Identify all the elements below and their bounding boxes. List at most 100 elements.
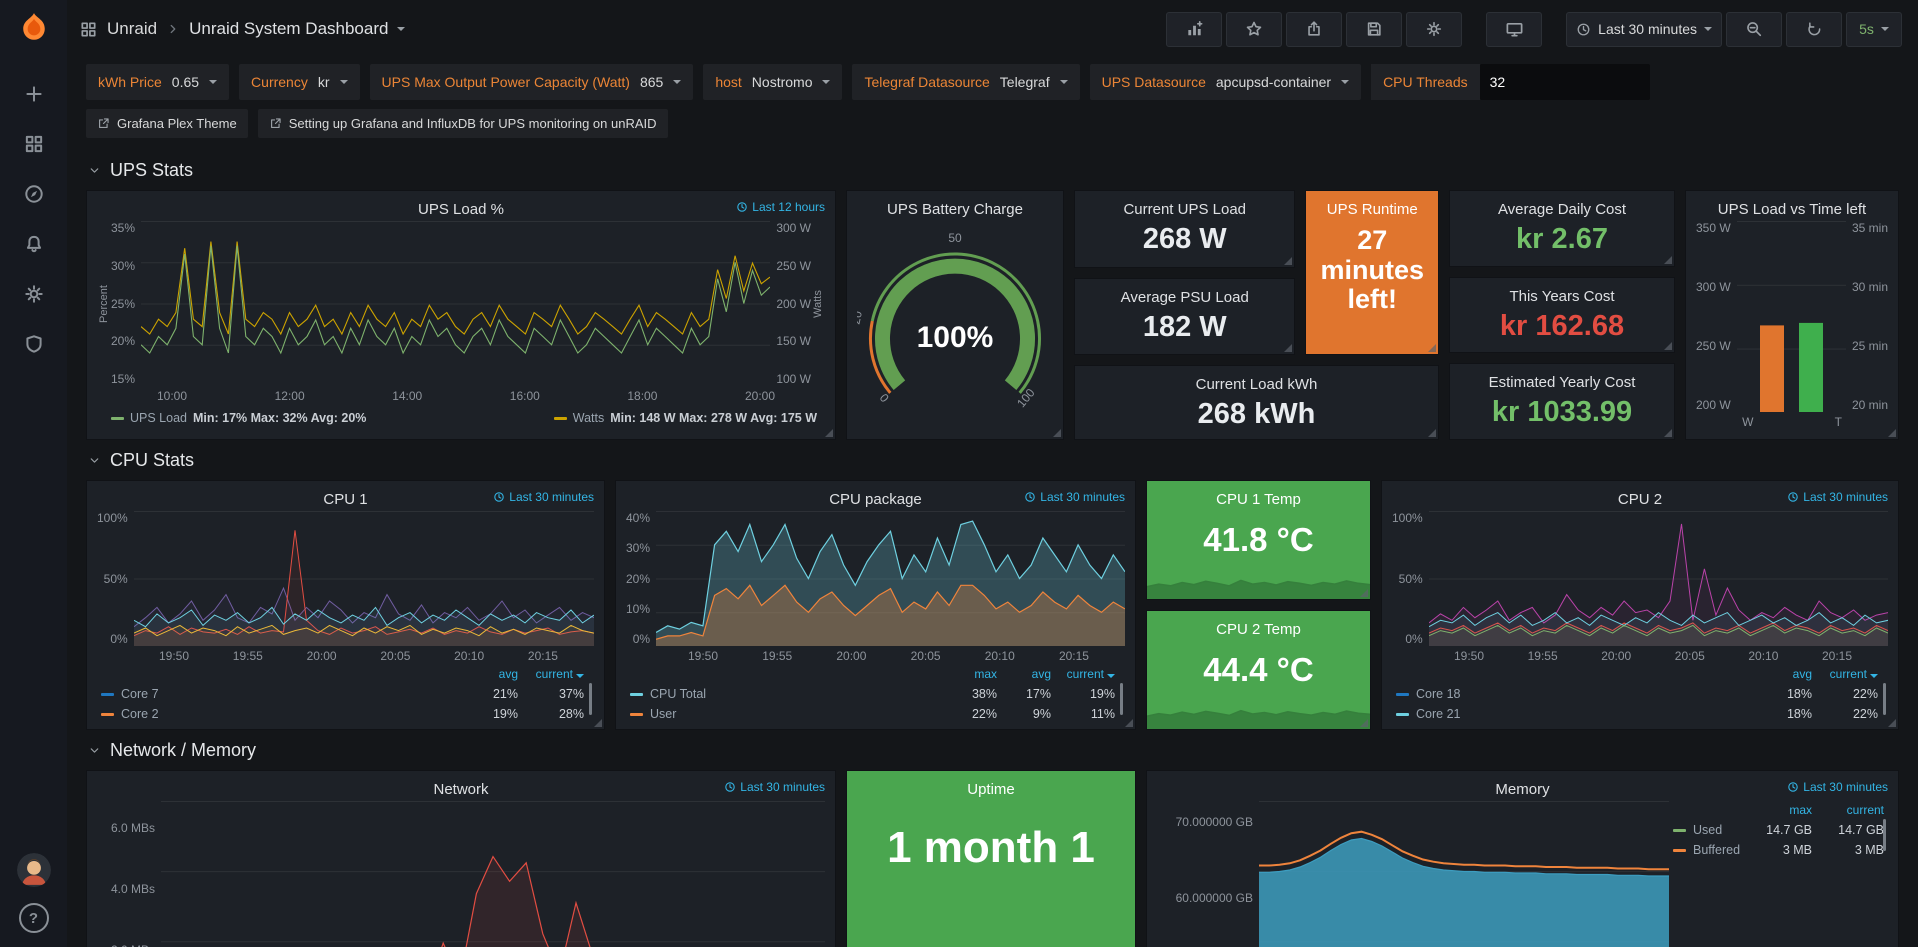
panel-title[interactable]: CPU 1 bbox=[323, 491, 367, 508]
panel-resize-handle[interactable] bbox=[825, 429, 833, 437]
panel-title[interactable]: UPS Load vs Time left bbox=[1718, 201, 1866, 218]
panel-title[interactable]: Average Daily Cost bbox=[1498, 201, 1626, 218]
cpu1-chart[interactable] bbox=[134, 511, 594, 646]
star-dashboard-button[interactable] bbox=[1226, 12, 1282, 47]
legend-item-ups-load[interactable]: UPS Load Min: 17% Max: 32% Avg: 20% bbox=[111, 411, 366, 425]
cpu-threads-input[interactable] bbox=[1480, 64, 1650, 100]
grafana-logo[interactable] bbox=[15, 10, 53, 48]
dashboard-title[interactable]: Unraid System Dashboard bbox=[189, 19, 388, 39]
panel-title[interactable]: UPS Battery Charge bbox=[887, 201, 1023, 218]
panel-resize-handle[interactable] bbox=[1360, 589, 1368, 597]
add-panel-button[interactable] bbox=[1166, 12, 1222, 47]
sidebar-dashboards-button[interactable] bbox=[14, 124, 54, 164]
zoom-out-button[interactable] bbox=[1726, 12, 1782, 47]
panel-title[interactable]: Average PSU Load bbox=[1121, 289, 1249, 306]
panel-resize-handle[interactable] bbox=[1664, 342, 1672, 350]
variable-value[interactable]: kr bbox=[318, 74, 330, 90]
cpu2-chart[interactable] bbox=[1429, 511, 1888, 646]
legend-scrollbar[interactable] bbox=[589, 683, 592, 715]
panel-title[interactable]: Estimated Yearly Cost bbox=[1489, 374, 1636, 391]
panel-title[interactable]: CPU 2 Temp bbox=[1216, 621, 1301, 638]
panel-title[interactable]: UPS Load % bbox=[418, 201, 504, 218]
variable-value[interactable]: 865 bbox=[640, 74, 663, 90]
cpu-package-chart[interactable] bbox=[656, 511, 1125, 646]
refresh-interval-picker[interactable]: 5s bbox=[1846, 12, 1902, 47]
sidebar-admin-button[interactable] bbox=[14, 324, 54, 364]
variable-value[interactable]: apcupsd-container bbox=[1216, 74, 1331, 90]
panel-title[interactable]: Uptime bbox=[967, 781, 1015, 798]
legend-scrollbar[interactable] bbox=[1120, 683, 1123, 715]
legend-item-user[interactable]: User bbox=[630, 707, 943, 721]
row-cpu-stats[interactable]: CPU Stats bbox=[86, 440, 1899, 480]
row-network-memory[interactable]: Network / Memory bbox=[86, 730, 1899, 770]
variable-host[interactable]: host Nostromo bbox=[703, 64, 842, 100]
variable-cpu-threads[interactable]: CPU Threads bbox=[1371, 64, 1650, 100]
panel-resize-handle[interactable] bbox=[1284, 344, 1292, 352]
legend-header-max[interactable]: max bbox=[1740, 803, 1812, 817]
variable-value[interactable]: 0.65 bbox=[172, 74, 199, 90]
legend-item-buffered[interactable]: Buffered bbox=[1673, 843, 1740, 857]
variable-kwh-price[interactable]: kWh Price 0.65 bbox=[86, 64, 229, 100]
legend-item-watts[interactable]: Watts Min: 148 W Max: 278 W Avg: 175 W bbox=[554, 411, 817, 425]
sidebar-create-button[interactable] bbox=[14, 74, 54, 114]
panel-title[interactable]: Current UPS Load bbox=[1123, 201, 1246, 218]
save-dashboard-button[interactable] bbox=[1346, 12, 1402, 47]
battery-gauge[interactable]: 100% 02050100 bbox=[857, 221, 1053, 434]
help-button[interactable]: ? bbox=[19, 903, 49, 933]
legend-header-current[interactable]: current bbox=[1051, 667, 1115, 681]
legend-header-current[interactable]: current bbox=[1812, 667, 1878, 681]
dashboard-settings-button[interactable] bbox=[1406, 12, 1462, 47]
legend-item-core-21[interactable]: Core 21 bbox=[1396, 707, 1750, 721]
panel-resize-handle[interactable] bbox=[1284, 257, 1292, 265]
panel-resize-handle[interactable] bbox=[1428, 344, 1436, 352]
variable-telegraf-datasource[interactable]: Telegraf Datasource Telegraf bbox=[852, 64, 1079, 100]
panel-title[interactable]: Network bbox=[433, 781, 488, 798]
panel-resize-handle[interactable] bbox=[1360, 719, 1368, 727]
legend-header-avg[interactable]: avg bbox=[997, 667, 1051, 681]
legend-item-core-18[interactable]: Core 18 bbox=[1396, 687, 1750, 701]
row-ups-stats[interactable]: UPS Stats bbox=[86, 150, 1899, 190]
variable-value[interactable]: Nostromo bbox=[752, 74, 813, 90]
legend-header-avg[interactable]: avg bbox=[1750, 667, 1812, 681]
panel-title[interactable]: UPS Runtime bbox=[1327, 201, 1418, 218]
panel-resize-handle[interactable] bbox=[1125, 719, 1133, 727]
panel-resize-handle[interactable] bbox=[594, 719, 602, 727]
cycle-view-mode-button[interactable] bbox=[1486, 12, 1542, 47]
legend-header-current[interactable]: current bbox=[1812, 803, 1884, 817]
legend-header-max[interactable]: max bbox=[943, 667, 997, 681]
sidebar-configuration-button[interactable] bbox=[14, 274, 54, 314]
panel-title[interactable]: CPU 2 bbox=[1618, 491, 1662, 508]
panel-resize-handle[interactable] bbox=[1888, 719, 1896, 727]
sidebar-alerting-button[interactable] bbox=[14, 224, 54, 264]
ups-load-chart[interactable] bbox=[141, 221, 770, 386]
panel-resize-handle[interactable] bbox=[1428, 429, 1436, 437]
panel-title[interactable]: Current Load kWh bbox=[1196, 376, 1318, 393]
panel-resize-handle[interactable] bbox=[1664, 256, 1672, 264]
panel-resize-handle[interactable] bbox=[1888, 429, 1896, 437]
sidebar-explore-button[interactable] bbox=[14, 174, 54, 214]
network-chart[interactable] bbox=[161, 801, 825, 947]
panel-title[interactable]: Memory bbox=[1495, 781, 1549, 798]
panel-title[interactable]: CPU package bbox=[829, 491, 922, 508]
panel-title[interactable]: This Years Cost bbox=[1509, 288, 1614, 305]
legend-header-current[interactable]: current bbox=[518, 667, 584, 681]
ups-bars-chart[interactable] bbox=[1737, 221, 1846, 412]
legend-item-core-7[interactable]: Core 7 bbox=[101, 687, 456, 701]
variable-ups-datasource[interactable]: UPS Datasource apcupsd-container bbox=[1090, 64, 1361, 100]
share-dashboard-button[interactable] bbox=[1286, 12, 1342, 47]
variable-value[interactable]: Telegraf bbox=[1000, 74, 1050, 90]
legend-scrollbar[interactable] bbox=[1883, 683, 1886, 715]
refresh-button[interactable] bbox=[1786, 12, 1842, 47]
user-avatar[interactable] bbox=[17, 853, 51, 887]
time-range-picker[interactable]: Last 30 minutes bbox=[1566, 12, 1722, 47]
panel-title[interactable]: CPU 1 Temp bbox=[1216, 491, 1301, 508]
panel-resize-handle[interactable] bbox=[1053, 429, 1061, 437]
legend-header-avg[interactable]: avg bbox=[456, 667, 518, 681]
legend-item-cpu-total[interactable]: CPU Total bbox=[630, 687, 943, 701]
variable-currency[interactable]: Currency kr bbox=[239, 64, 359, 100]
panel-resize-handle[interactable] bbox=[1664, 429, 1672, 437]
dashboard-link-grafana-plex-theme[interactable]: Grafana Plex Theme bbox=[86, 109, 248, 138]
legend-scrollbar[interactable] bbox=[1883, 819, 1886, 851]
legend-item-used[interactable]: Used bbox=[1673, 823, 1740, 837]
memory-chart[interactable] bbox=[1259, 801, 1669, 947]
